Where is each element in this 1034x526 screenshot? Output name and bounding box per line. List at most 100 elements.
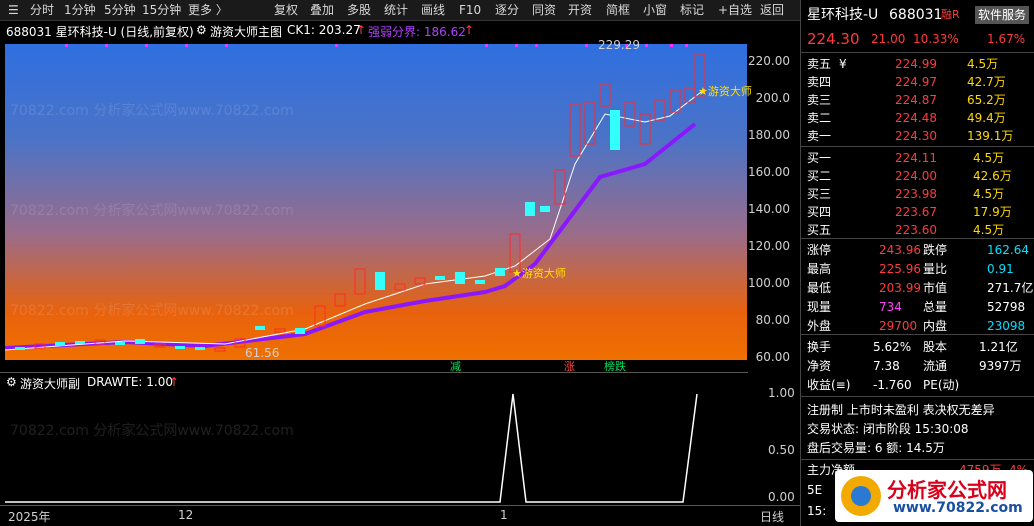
bid-row[interactable]: 买一 224.11 4.5万 — [801, 149, 1034, 167]
toolbar-item-9[interactable]: 画线 — [421, 2, 445, 18]
stat-value: 1.21亿 — [979, 340, 1018, 354]
toolbar-item-6[interactable]: 叠加 — [310, 2, 334, 18]
toolbar-item-14[interactable]: 简框 — [606, 2, 630, 18]
period-selector[interactable]: 日线 — [760, 508, 784, 525]
sub-chart-header: ⚙ 游资大师副 DRAWTE: 1.00 ↑ — [0, 372, 748, 391]
toolbar-item-0[interactable]: 分时 — [30, 2, 54, 18]
stat-value: 9397万 — [979, 359, 1022, 373]
low-price-label: 61.56 — [245, 346, 280, 360]
bid-volume: 17.9万 — [973, 205, 1012, 219]
toolbar-item-2[interactable]: 5分钟 — [104, 2, 136, 18]
ask-volume: 65.2万 — [967, 93, 1006, 107]
toolbar-item-4[interactable]: 更多 〉 — [188, 2, 228, 18]
signal-star-label-2: ★游资大师 — [698, 85, 752, 98]
stat-value: 52798 — [987, 300, 1026, 314]
toolbar-item-12[interactable]: 同资 — [532, 2, 556, 18]
candle — [495, 268, 505, 276]
sub-ytick-2: 0.50 — [768, 443, 795, 457]
ask-row[interactable]: 卖五 ¥224.99 4.5万 — [801, 55, 1034, 73]
candle — [435, 276, 445, 280]
logo-url: www.70822.com — [893, 500, 1023, 516]
stat-row[interactable]: 现量 734 总量 52798 — [801, 298, 1034, 316]
stat-key: 股本 — [923, 340, 948, 354]
y-tick-3: 160.00 — [748, 165, 790, 179]
stat-key: 量比 — [923, 262, 948, 276]
toolbar-item-11[interactable]: 逐分 — [495, 2, 519, 18]
stat-row[interactable]: 外盘 29700 内盘 23098 — [801, 317, 1034, 335]
x-label-dec: 12 — [178, 508, 194, 522]
signal-marker — [65, 44, 68, 47]
candle — [540, 206, 550, 212]
ask-row[interactable]: 卖一 224.30 139.1万 — [801, 127, 1034, 145]
ask-row[interactable]: 卖四 224.97 42.7万 — [801, 73, 1034, 91]
sub-chart[interactable] — [0, 390, 748, 505]
signal-marker — [225, 44, 228, 47]
toolbar-item-10[interactable]: F10 — [459, 2, 481, 18]
candle — [214, 347, 226, 352]
y-tick-2: 180.00 — [748, 128, 790, 142]
bid-row[interactable]: 买三 223.98 4.5万 — [801, 185, 1034, 203]
stat-row[interactable]: 收益(≡) -1.760 PE(动) — [801, 376, 1034, 394]
ask-row[interactable]: 卖三 224.87 65.2万 — [801, 91, 1034, 109]
drawte-line-chart — [5, 393, 698, 503]
candle — [375, 272, 385, 290]
candle — [639, 113, 651, 145]
bid-row[interactable]: 买四 223.67 17.9万 — [801, 203, 1034, 221]
toolbar-item-13[interactable]: 开资 — [568, 2, 592, 18]
toolbar-item-16[interactable]: 标记 — [680, 2, 704, 18]
ask-label: 卖一 — [807, 129, 832, 143]
main-chart[interactable] — [5, 44, 747, 360]
candle — [334, 293, 346, 307]
toolbar-item-1[interactable]: 1分钟 — [64, 2, 96, 18]
ask-volume: 4.5万 — [967, 57, 999, 71]
signal-marker — [105, 44, 108, 47]
bid-label: 买二 — [807, 169, 832, 183]
signal-marker — [645, 44, 648, 47]
toolbar-item-7[interactable]: 多股 — [347, 2, 371, 18]
candle — [135, 339, 145, 344]
ck1-value: CK1: 203.27 — [287, 23, 361, 37]
y-tick-4: 140.00 — [748, 202, 790, 216]
candle — [354, 268, 366, 295]
menu-icon[interactable]: ☰ — [8, 2, 19, 18]
stat-key: 市值 — [923, 281, 948, 295]
stat-value: 7.38 — [873, 359, 900, 373]
candle — [455, 272, 465, 284]
toolbar-item-15[interactable]: 小窗 — [643, 2, 667, 18]
candle — [115, 342, 125, 345]
price-axis: 220.00 200.0 180.00 160.00 140.00 120.00 100.0… — [748, 40, 800, 370]
stat-value: 734 — [879, 300, 902, 314]
stat-row[interactable]: 最高 225.96 量比 0.91 — [801, 260, 1034, 278]
signal-marker — [335, 44, 338, 47]
toolbar-item-17[interactable]: +自选 — [718, 2, 752, 18]
stat-row[interactable]: 换手 5.62% 股本 1.21亿 — [801, 338, 1034, 356]
drawte-value: DRAWTE: 1.00 — [87, 375, 173, 389]
y-tick-5: 120.00 — [748, 239, 790, 253]
stat-key: 流通 — [923, 359, 948, 373]
signal-marker — [585, 44, 588, 47]
stat-key: 涨停 — [807, 243, 832, 257]
candle — [15, 347, 25, 350]
stat-row[interactable]: 净资 7.38 流通 9397万 — [801, 357, 1034, 375]
sub-settings-icon[interactable]: ⚙ — [6, 375, 17, 389]
candle — [654, 99, 666, 121]
candle — [525, 202, 535, 216]
industry-button[interactable]: 软件服务 — [975, 6, 1030, 24]
candle — [684, 87, 696, 103]
bid-row[interactable]: 买五 223.60 4.5万 — [801, 221, 1034, 239]
ask-row[interactable]: 卖二 224.48 49.4万 — [801, 109, 1034, 127]
toolbar-item-8[interactable]: 统计 — [384, 2, 408, 18]
stat-row[interactable]: 涨停 243.96 跌停 162.64 — [801, 241, 1034, 259]
toolbar-item-5[interactable]: 复权 — [274, 2, 298, 18]
bid-row[interactable]: 买二 224.00 42.6万 — [801, 167, 1034, 185]
bid-volume: 4.5万 — [973, 151, 1005, 165]
signal-marker — [185, 44, 188, 47]
stat-value: 29700 — [879, 319, 918, 333]
indicator-settings-icon[interactable]: ⚙ — [196, 23, 207, 37]
toolbar-item-3[interactable]: 15分钟 — [142, 2, 181, 18]
toolbar-item-18[interactable]: 返回 — [760, 2, 784, 18]
stat-row[interactable]: 最低 203.99 市值 271.7亿 — [801, 279, 1034, 297]
candle — [414, 277, 426, 285]
indicator-name[interactable]: 游资大师主图 — [210, 23, 282, 40]
margin-badge: 融R — [941, 8, 960, 21]
